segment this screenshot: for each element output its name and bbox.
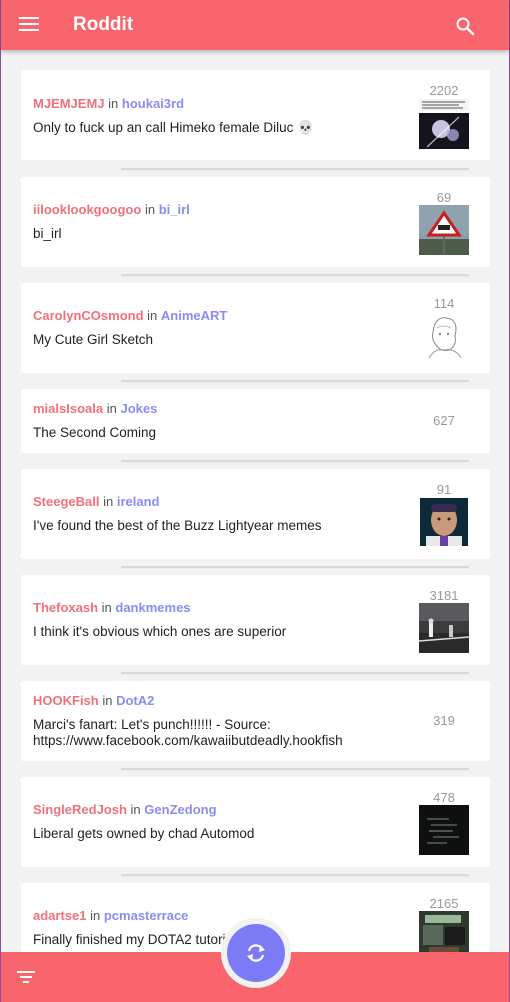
post-card[interactable]: SingleRedJosh in GenZedong Liberal gets … [21,777,490,867]
post-card[interactable]: iilooklookgoogoo in bi_irl bi_irl 69 [21,177,490,267]
post-thumbnail[interactable] [419,99,469,149]
post-subreddit[interactable]: ireland [117,494,160,509]
post-card[interactable]: mialsIsoala in Jokes The Second Coming 6… [21,389,490,453]
post-score: 627 [433,413,455,428]
search-icon[interactable] [455,16,475,36]
divider [121,460,469,463]
post-card[interactable]: HOOKFish in DotA2 Marci's fanart: Let's … [21,681,490,761]
post-title[interactable]: Marci's fanart: Let's punch!!!!!! - Sour… [33,717,400,749]
post-title[interactable]: I think it's obvious which ones are supe… [33,624,400,640]
post-score: 3181 [429,588,459,603]
divider [121,274,469,277]
post-author[interactable]: mialsIsoala [33,401,103,416]
refresh-icon [247,944,265,962]
post-title[interactable]: I've found the best of the Buzz Lightyea… [33,518,400,534]
post-author[interactable]: HOOKFish [33,693,99,708]
post-author[interactable]: MJEMJEMJ [33,96,105,111]
post-subreddit[interactable]: Jokes [120,401,157,416]
post-meta: mialsIsoala in Jokes [33,401,400,417]
post-thumbnail[interactable] [419,603,469,653]
post-score: 2202 [429,83,459,98]
post-in-word: in [144,202,156,217]
post-meta: MJEMJEMJ in houkai3rd [33,96,400,112]
post-score: 319 [433,713,455,728]
post-title[interactable]: Finally finished my DOTA2 tutorial [33,932,400,948]
post-subreddit[interactable]: DotA2 [116,693,154,708]
menu-icon[interactable] [19,17,39,33]
divider [121,168,469,171]
post-meta: SingleRedJosh in GenZedong [33,802,400,818]
post-meta: Thefoxash in dankmemes [33,600,400,616]
post-in-word: in [101,600,112,615]
divider [121,672,469,675]
divider [121,380,469,383]
post-card[interactable]: MJEMJEMJ in houkai3rd Only to fuck up an… [21,70,490,160]
post-thumbnail[interactable] [419,205,469,255]
post-in-word: in [106,401,117,416]
filter-icon[interactable] [17,970,35,984]
app-title: Roddit [73,14,134,35]
post-meta: SteegeBall in ireland [33,494,400,510]
post-in-word: in [130,802,141,817]
post-in-word: in [103,494,114,509]
app-bar: Roddit [1,0,509,50]
divider [121,874,469,877]
divider [121,768,469,771]
post-thumbnail[interactable] [419,805,469,855]
post-meta: CarolynCOsmond in AnimeART [33,308,400,324]
post-author[interactable]: SteegeBall [33,494,99,509]
post-author[interactable]: CarolynCOsmond [33,308,144,323]
post-author[interactable]: Thefoxash [33,600,98,615]
post-score: 91 [436,482,452,497]
refresh-button[interactable] [227,924,285,982]
post-card[interactable]: Thefoxash in dankmemes I think it's obvi… [21,575,490,665]
post-title[interactable]: bi_irl [33,226,400,242]
post-subreddit[interactable]: AnimeART [161,308,227,323]
divider [121,566,469,569]
post-author[interactable]: SingleRedJosh [33,802,127,817]
post-in-word: in [102,693,113,708]
post-title[interactable]: My Cute Girl Sketch [33,332,400,348]
post-score: 114 [433,296,455,311]
post-subreddit[interactable]: dankmemes [115,600,190,615]
post-author[interactable]: adartse1 [33,908,86,923]
post-meta: HOOKFish in DotA2 [33,693,400,709]
post-subreddit[interactable]: GenZedong [144,802,216,817]
post-in-word: in [108,96,119,111]
post-score: 2165 [429,896,459,911]
post-subreddit[interactable]: houkai3rd [122,96,184,111]
post-title[interactable]: Liberal gets owned by chad Automod [33,826,400,842]
post-thumbnail[interactable] [419,310,469,360]
post-score: 69 [436,190,452,205]
post-score: 478 [433,790,455,805]
post-thumbnail[interactable] [420,498,468,548]
post-subreddit[interactable]: bi_irl [159,202,190,217]
post-card[interactable]: SteegeBall in ireland I've found the bes… [21,469,490,559]
post-subreddit[interactable]: pcmasterrace [104,908,189,923]
post-title[interactable]: The Second Coming [33,425,400,441]
post-meta: iilooklookgoogoo in bi_irl [33,202,400,218]
post-meta: adartse1 in pcmasterrace [33,908,400,924]
post-card[interactable]: CarolynCOsmond in AnimeART My Cute Girl … [21,283,490,373]
post-in-word: in [90,908,101,923]
post-author[interactable]: iilooklookgoogoo [33,202,141,217]
post-in-word: in [147,308,158,323]
post-title[interactable]: Only to fuck up an call Himeko female Di… [33,120,400,136]
